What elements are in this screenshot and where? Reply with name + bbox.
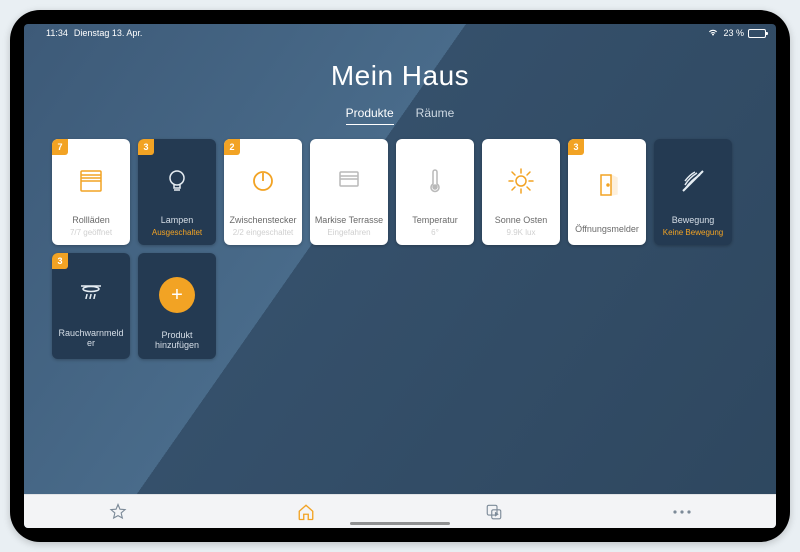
- nav-scenes[interactable]: [483, 501, 505, 523]
- home-indicator: [350, 522, 450, 525]
- card-add-product[interactable]: + Produkt hinzufügen: [138, 253, 216, 359]
- card-label: Lampen: [161, 216, 194, 226]
- smoke-detector-icon: [75, 278, 107, 310]
- door-icon: [591, 169, 623, 201]
- battery-icon: [748, 29, 766, 38]
- tablet-frame: 11:34 Dienstag 13. Apr. 23 % Mein Haus P…: [10, 10, 790, 542]
- card-label: Produkt hinzufügen: [142, 331, 212, 351]
- card-sub: Ausgeschaltet: [152, 228, 202, 237]
- shutter-icon: [75, 165, 107, 197]
- sun-icon: [505, 165, 537, 197]
- badge: 3: [568, 139, 584, 155]
- device-grid: 7 Rollläden 7/7 geöffnet 3 Lampen Ausges…: [52, 139, 748, 359]
- bottom-nav: [24, 494, 776, 528]
- card-sub: 7/7 geöffnet: [70, 228, 112, 237]
- card-sun[interactable]: Sonne Osten 9.9K lux: [482, 139, 560, 245]
- card-plugs[interactable]: 2 Zwischenstecker 2/2 eingeschaltet: [224, 139, 302, 245]
- card-sub: Eingefahren: [327, 228, 370, 237]
- nav-home[interactable]: [295, 501, 317, 523]
- card-label: Rollläden: [72, 216, 110, 226]
- screen: 11:34 Dienstag 13. Apr. 23 % Mein Haus P…: [24, 24, 776, 528]
- card-sub: 2/2 eingeschaltet: [233, 228, 294, 237]
- status-bar: 11:34 Dienstag 13. Apr. 23 %: [24, 24, 776, 40]
- nav-more[interactable]: [671, 501, 693, 523]
- card-opening-sensor[interactable]: 3 Öffnungsmelder: [568, 139, 646, 245]
- card-sub: Keine Bewegung: [663, 228, 724, 237]
- badge: 7: [52, 139, 68, 155]
- awning-icon: [333, 165, 365, 197]
- card-smoke[interactable]: 3 Rauchwarnmelder: [52, 253, 130, 359]
- nav-favorites[interactable]: [107, 501, 129, 523]
- card-sub: 6°: [431, 228, 439, 237]
- status-time: 11:34: [46, 28, 68, 38]
- card-lamps[interactable]: 3 Lampen Ausgeschaltet: [138, 139, 216, 245]
- card-label: Markise Terrasse: [315, 216, 383, 226]
- card-temperature[interactable]: Temperatur 6°: [396, 139, 474, 245]
- card-motion[interactable]: Bewegung Keine Bewegung: [654, 139, 732, 245]
- card-awning[interactable]: Markise Terrasse Eingefahren: [310, 139, 388, 245]
- card-label: Sonne Osten: [495, 216, 548, 226]
- battery-percent: 23 %: [723, 28, 744, 38]
- badge: 3: [138, 139, 154, 155]
- card-label: Zwischenstecker: [229, 216, 296, 226]
- tab-rooms[interactable]: Räume: [416, 106, 455, 125]
- card-label: Temperatur: [412, 216, 458, 226]
- power-icon: [247, 165, 279, 197]
- plus-icon: +: [159, 277, 195, 313]
- page-title: Mein Haus: [24, 60, 776, 92]
- card-sub: 9.9K lux: [507, 228, 536, 237]
- badge: 3: [52, 253, 68, 269]
- badge: 2: [224, 139, 240, 155]
- status-date: Dienstag 13. Apr.: [74, 28, 143, 38]
- bulb-icon: [161, 165, 193, 197]
- card-shutters[interactable]: 7 Rollläden 7/7 geöffnet: [52, 139, 130, 245]
- tab-products[interactable]: Produkte: [346, 106, 394, 125]
- card-label: Rauchwarnmelder: [56, 329, 126, 349]
- thermometer-icon: [419, 165, 451, 197]
- motion-icon: [677, 165, 709, 197]
- wifi-icon: [707, 28, 719, 39]
- card-label: Öffnungsmelder: [575, 225, 639, 235]
- card-label: Bewegung: [672, 216, 715, 226]
- tabs: Produkte Räume: [24, 106, 776, 125]
